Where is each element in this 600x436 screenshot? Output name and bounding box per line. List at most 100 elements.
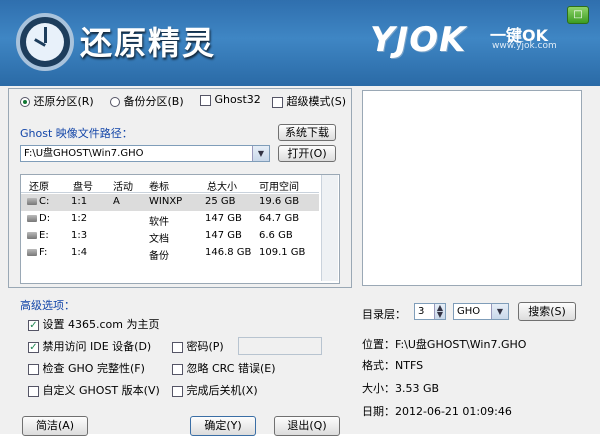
radio-backup-dot[interactable]	[110, 97, 120, 107]
title-banner: 还原精灵 YJOK 一键OK www.yjok.com □	[0, 0, 600, 86]
shutdown-label: 完成后关机	[186, 384, 242, 397]
table-row[interactable]: E: 1:3 文档 147 GB 6.6 GB	[21, 228, 319, 245]
col-header-restore: 还原	[29, 182, 49, 193]
custom-ghost-checkbox[interactable]: 自定义 GHOST 版本(V)	[28, 382, 160, 398]
ide-key: (D)	[134, 340, 152, 353]
cell-label: 文档	[149, 234, 169, 245]
advanced-title: 高级选项：	[20, 299, 75, 312]
shutdown-checkbox[interactable]: 完成后关机(X)	[172, 382, 258, 398]
simple-label: 简洁	[35, 419, 58, 432]
file-location: 位置：F:\U盘GHOST\Win7.GHO	[362, 338, 527, 351]
cell-free: 19.6 GB	[259, 196, 300, 207]
col-header-active: 活动	[113, 182, 133, 193]
password-box[interactable]	[172, 341, 183, 353]
cell-restore: C:	[39, 196, 50, 207]
chevron-down-icon[interactable]: ▼	[252, 146, 269, 161]
open-label: 打开	[287, 147, 310, 160]
custom-ghost-label: 自定义 GHOST 版本	[42, 384, 144, 397]
path-select[interactable]: F:\U盘GHOST\Win7.GHO ▼	[20, 145, 270, 162]
restore-radio[interactable]: 还原分区(R)	[20, 93, 94, 109]
drive-icon	[27, 248, 37, 256]
cell-disk: 1:4	[71, 247, 88, 258]
table-row[interactable]: D: 1:2 软件 147 GB 64.7 GB	[21, 211, 319, 228]
file-date: 日期：2012-06-21 01:09:46	[362, 405, 512, 418]
search-label: 搜索	[528, 305, 551, 318]
system-download-button[interactable]: 系统下载	[278, 124, 336, 141]
cell-label: 软件	[149, 217, 169, 228]
backup-radio[interactable]: 备份分区(B)	[110, 93, 184, 109]
open-button[interactable]: 打开(O)	[278, 145, 336, 162]
table-scrollbar[interactable]	[321, 175, 338, 281]
ghost32-checkbox[interactable]: Ghost32	[200, 93, 261, 106]
dir-level-value: 3	[418, 306, 425, 317]
table-row[interactable]: F: 1:4 备份 146.8 GB 109.1 GB	[21, 245, 319, 262]
ignore-crc-checkbox[interactable]: 忽略 CRC 错误(E)	[172, 360, 276, 376]
cell-active: A	[113, 196, 120, 207]
dir-level-spinner[interactable]: 3 ▲ ▼	[414, 303, 446, 320]
cell-free: 6.6 GB	[259, 230, 293, 241]
dir-level-label: 目录层：	[362, 308, 406, 321]
password-input[interactable]	[238, 337, 322, 355]
cell-free: 109.1 GB	[259, 247, 306, 258]
check-gho-label: 检查 GHO 完整性	[42, 362, 130, 375]
super-mode-checkbox[interactable]: 超级模式(S)	[272, 93, 346, 109]
search-button[interactable]: 搜索(S)	[518, 302, 576, 321]
window-button[interactable]: □	[567, 6, 589, 24]
partition-table[interactable]: 还原 盘号 活动 卷标 总大小 可用空间 C: 1:1 A WINXP 25 G…	[20, 174, 340, 284]
shutdown-key: (X)	[241, 384, 258, 397]
col-header-total: 总大小	[207, 182, 237, 193]
password-key: (P)	[208, 340, 224, 353]
ok-button[interactable]: 确定(Y)	[190, 416, 256, 436]
cell-disk: 1:3	[71, 230, 88, 241]
backup-key: (B)	[167, 95, 184, 108]
open-key: (O)	[309, 147, 327, 160]
search-key: (S)	[550, 305, 566, 318]
chevron-down-icon[interactable]: ▼	[491, 304, 508, 319]
super-mode-box[interactable]	[272, 96, 283, 108]
spinner-arrows-icon[interactable]: ▲ ▼	[434, 304, 445, 319]
backup-label: 备份分区	[123, 95, 168, 108]
cell-restore: D:	[39, 213, 51, 224]
password-checkbox[interactable]: 密码(P)	[172, 338, 224, 354]
custom-ghost-key: (V)	[143, 384, 160, 397]
cell-total: 146.8 GB	[205, 247, 252, 258]
cell-disk: 1:2	[71, 213, 88, 224]
restore-key: (R)	[77, 95, 94, 108]
ghost32-label: Ghost32	[214, 93, 261, 106]
ignore-crc-key: (E)	[259, 362, 276, 375]
radio-restore-dot[interactable]	[20, 97, 30, 107]
ext-select[interactable]: GHO ▼	[453, 303, 509, 320]
simple-key: (A)	[57, 419, 75, 432]
col-header-label: 卷标	[149, 182, 169, 193]
check-gho-box[interactable]	[28, 363, 39, 375]
homepage-checkbox[interactable]: ✓ 设置 4365.com 为主页	[28, 316, 159, 332]
preview-area	[362, 90, 582, 286]
simple-mode-button[interactable]: 简洁(A)	[22, 416, 88, 436]
super-key: (S)	[330, 95, 347, 108]
shutdown-box[interactable]	[172, 385, 183, 397]
homepage-box[interactable]: ✓	[28, 319, 39, 331]
exit-button[interactable]: 退出(Q)	[274, 416, 340, 436]
disable-ide-box[interactable]: ✓	[28, 341, 39, 353]
ghost32-box[interactable]	[200, 94, 211, 106]
app-title: 还原精灵	[80, 24, 217, 62]
brand-url: www.yjok.com	[492, 41, 557, 51]
cell-label: WINXP	[149, 196, 183, 207]
path-label: Ghost 映像文件路径：	[20, 127, 133, 140]
ignore-crc-box[interactable]	[172, 363, 183, 375]
drive-icon	[27, 214, 37, 222]
ok-key: (Y)	[226, 419, 242, 432]
drive-icon	[27, 231, 37, 239]
disable-ide-checkbox[interactable]: ✓ 禁用访问 IDE 设备(D)	[28, 338, 151, 354]
brand-logo: YJOK	[370, 20, 467, 60]
cell-total: 25 GB	[205, 196, 236, 207]
check-gho-checkbox[interactable]: 检查 GHO 完整性(F)	[28, 360, 145, 376]
cell-restore: F:	[39, 247, 48, 258]
ide-label: 禁用访问 IDE 设备	[42, 340, 135, 353]
clock-icon	[16, 13, 74, 71]
cell-label: 备份	[149, 251, 169, 262]
password-label: 密码	[186, 340, 209, 353]
ext-value: GHO	[457, 306, 481, 317]
custom-ghost-box[interactable]	[28, 385, 39, 397]
table-row[interactable]: C: 1:1 A WINXP 25 GB 19.6 GB	[21, 194, 319, 211]
